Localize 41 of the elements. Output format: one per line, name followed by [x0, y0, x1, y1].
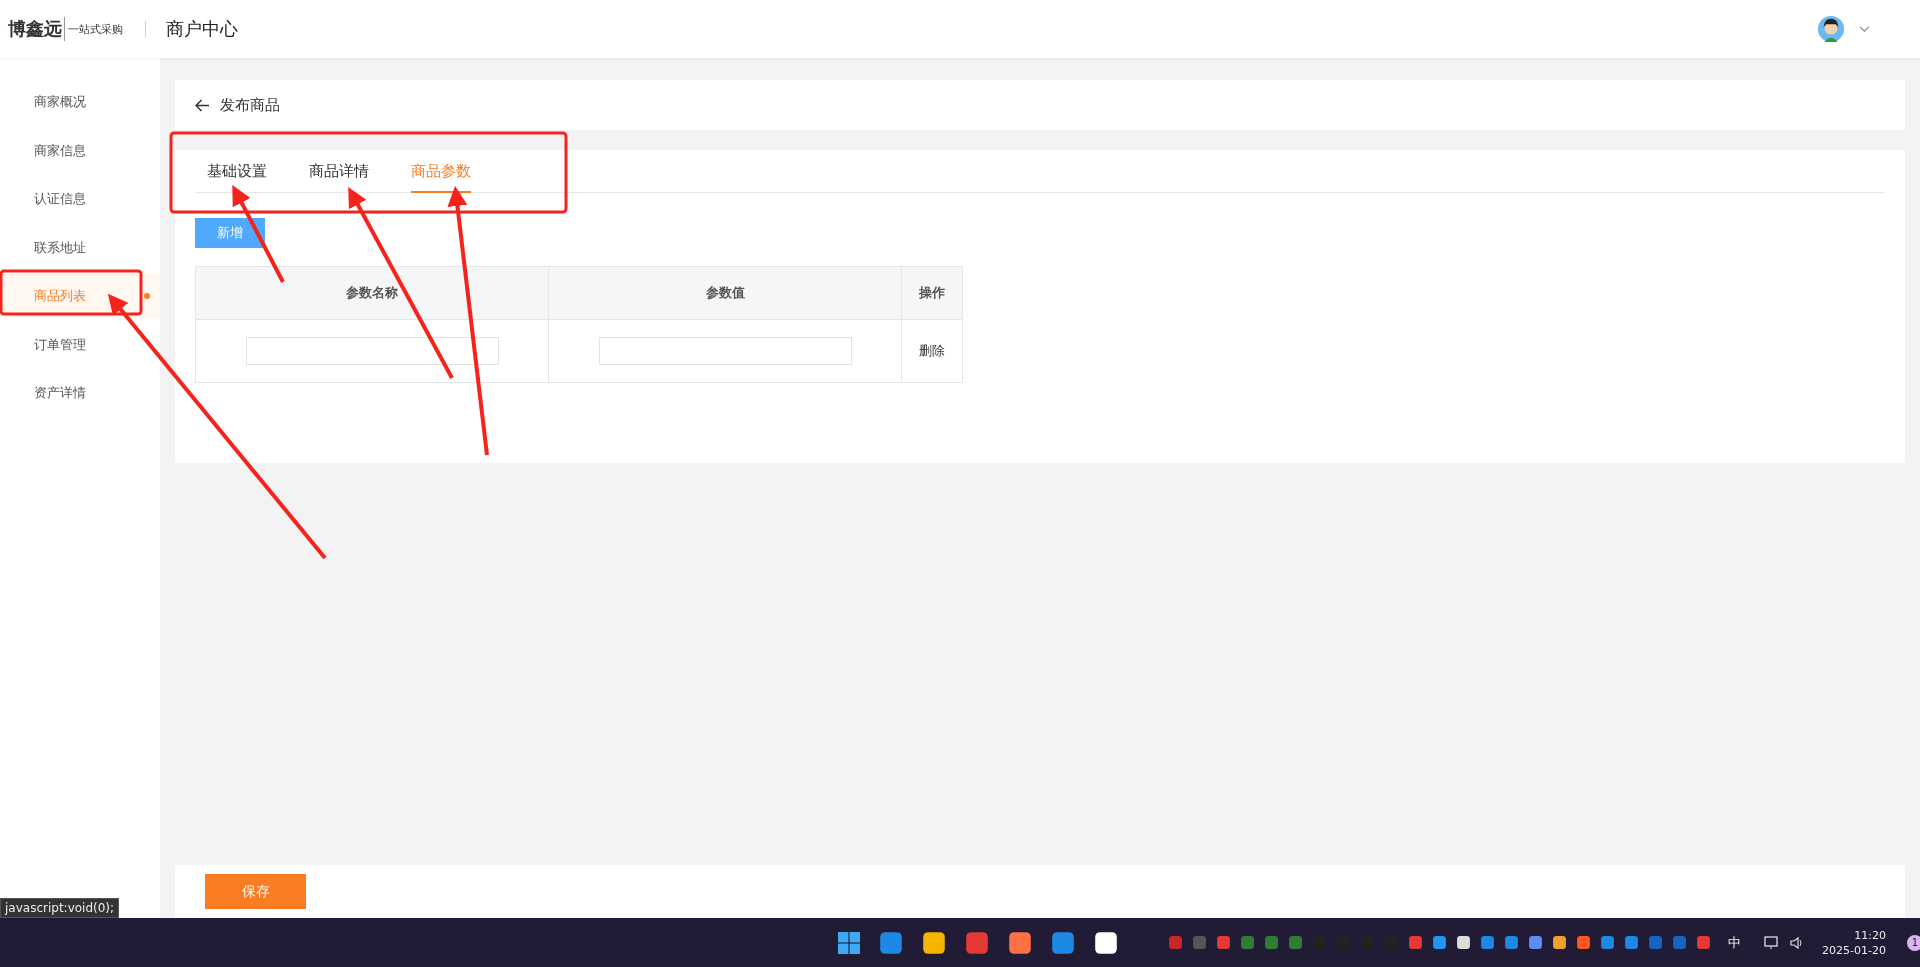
input-method-indicator[interactable]: 中 [1728, 933, 1741, 952]
clock-date[interactable]: 2025-01-20 [1822, 942, 1886, 958]
delete-link[interactable]: 删除 [919, 343, 945, 358]
page-title: 发布商品 [220, 95, 280, 115]
tray-app-icon[interactable] [1552, 935, 1567, 950]
sidebar-item[interactable]: 联系地址 [0, 225, 160, 270]
clock-time[interactable]: 11:20 [1854, 927, 1886, 943]
status-link-tooltip: javascript:void(0); [0, 898, 120, 918]
active-dot-icon [144, 293, 150, 299]
slogan: 一站式采购 [68, 21, 123, 37]
logo: 博鑫远 [8, 17, 65, 41]
network-icon[interactable] [1764, 935, 1780, 950]
header-title: 商户中心 [166, 17, 238, 41]
column-header: 参数值 [548, 266, 902, 320]
app-tile-icon[interactable] [879, 930, 903, 955]
sidebar-item[interactable]: 商家概况 [0, 80, 160, 124]
notification-badge[interactable]: 1 [1906, 934, 1920, 951]
column-header: 参数名称 [195, 266, 549, 320]
tab[interactable]: 商品详情 [309, 150, 369, 193]
sidebar-item[interactable]: 订单管理 [0, 322, 160, 367]
param-name-field[interactable] [245, 337, 499, 365]
back-arrow-icon[interactable] [195, 98, 210, 112]
caret-icon[interactable] [1859, 25, 1870, 33]
app-tile-icon[interactable] [922, 930, 946, 955]
param-value-field[interactable] [598, 337, 852, 365]
sidebar-item[interactable]: 商家信息 [0, 128, 160, 173]
tray-app-icon[interactable] [1432, 935, 1447, 950]
app-tile-icon[interactable] [965, 930, 989, 955]
tray-app-icon[interactable] [1456, 935, 1471, 950]
tab[interactable]: 基础设置 [207, 150, 267, 193]
app-tile-icon[interactable] [1051, 930, 1075, 955]
app-tile-icon[interactable] [1094, 930, 1118, 955]
tray-app-icon[interactable] [1528, 935, 1543, 950]
app-tile-icon[interactable] [1008, 930, 1032, 955]
avatar-icon[interactable] [1817, 15, 1845, 43]
tray-app-icon[interactable] [1576, 935, 1591, 950]
column-header: 操作 [901, 266, 963, 320]
windows-logo-icon[interactable] [838, 931, 860, 954]
sidebar-item[interactable]: 资产详情 [0, 371, 160, 415]
speaker-icon[interactable] [1789, 935, 1805, 950]
sidebar-item[interactable]: 认证信息 [0, 177, 160, 221]
